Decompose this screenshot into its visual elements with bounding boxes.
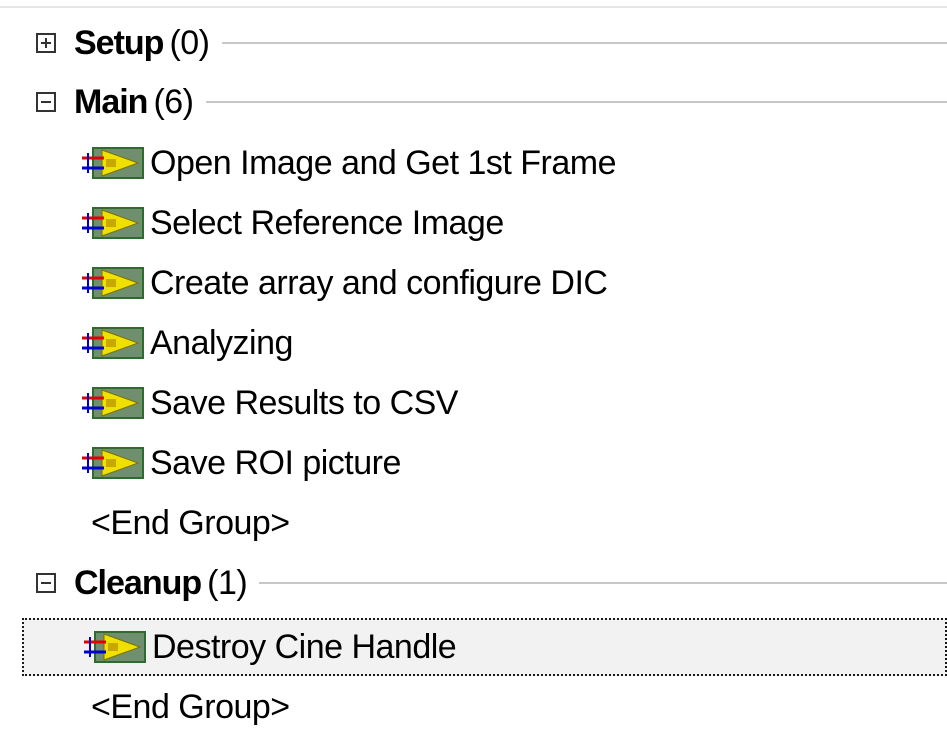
step-row[interactable]: Select Reference Image (0, 194, 947, 252)
vi-step-icon (82, 447, 144, 479)
group-divider (205, 101, 947, 103)
group-count: (1) (207, 564, 248, 602)
group-count: (6) (153, 83, 194, 121)
step-label: Select Reference Image (150, 204, 504, 242)
group-name: Cleanup (74, 564, 202, 602)
top-border (0, 6, 947, 8)
group-divider (221, 42, 947, 44)
step-label: Create array and configure DIC (150, 264, 608, 302)
step-row[interactable]: Create array and configure DIC (0, 254, 947, 312)
end-group-row[interactable]: <End Group> (0, 678, 947, 736)
step-row-selected[interactable]: Destroy Cine Handle (22, 618, 947, 676)
end-group-label: <End Group> (91, 688, 290, 726)
group-divider (259, 582, 947, 584)
vi-step-icon (84, 631, 146, 663)
group-name: Setup (74, 24, 164, 62)
expand-plus-icon[interactable] (36, 33, 56, 53)
end-group-row[interactable]: <End Group> (0, 494, 947, 552)
step-label: Open Image and Get 1st Frame (150, 144, 617, 182)
step-row[interactable]: Open Image and Get 1st Frame (0, 134, 947, 192)
step-row[interactable]: Save ROI picture (0, 434, 947, 492)
step-row[interactable]: Analyzing (0, 314, 947, 372)
step-label: Save Results to CSV (150, 384, 458, 422)
step-row[interactable]: Save Results to CSV (0, 374, 947, 432)
collapse-minus-icon[interactable] (36, 573, 56, 593)
group-header-cleanup[interactable]: Cleanup (1) (0, 554, 947, 612)
end-group-label: <End Group> (91, 504, 290, 542)
vi-step-icon (82, 147, 144, 179)
group-name: Main (74, 83, 148, 121)
vi-step-icon (82, 387, 144, 419)
step-label: Destroy Cine Handle (152, 628, 457, 666)
group-count: (0) (169, 24, 210, 62)
vi-step-icon (82, 267, 144, 299)
step-label: Save ROI picture (150, 444, 401, 482)
collapse-minus-icon[interactable] (36, 92, 56, 112)
group-header-setup[interactable]: Setup (0) (0, 14, 947, 72)
group-header-main[interactable]: Main (6) (0, 73, 947, 131)
vi-step-icon (82, 207, 144, 239)
vi-step-icon (82, 327, 144, 359)
step-label: Analyzing (150, 324, 293, 362)
